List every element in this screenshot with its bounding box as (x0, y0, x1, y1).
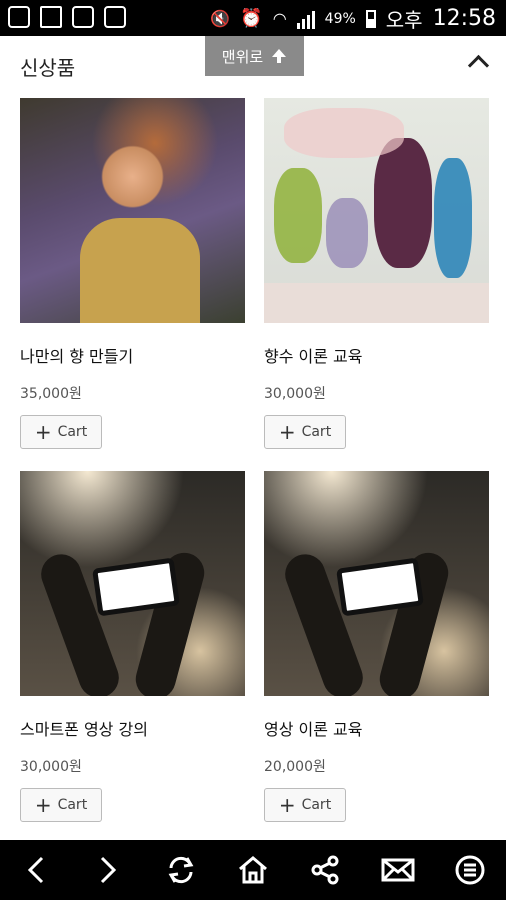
product-image[interactable] (264, 98, 489, 323)
cart-label: Cart (57, 424, 88, 440)
menu-button[interactable] (450, 850, 490, 890)
product-price: 30,000원 (264, 386, 326, 402)
menu-icon (455, 855, 485, 885)
status-indicators: 🔇 ⏰ ◠ 49% 오후 12:58 (210, 4, 496, 33)
collapse-chevron-icon[interactable] (467, 54, 490, 77)
product-name[interactable]: 나만의 향 만들기 (20, 343, 245, 367)
share-icon (311, 855, 339, 885)
product-card[interactable]: 영상 이론 교육 20,000원 + Cart (264, 471, 489, 822)
add-to-cart-button[interactable]: + Cart (20, 415, 102, 449)
cart-label: Cart (301, 797, 332, 813)
add-to-cart-button[interactable]: + Cart (264, 415, 346, 449)
home-button[interactable] (233, 850, 273, 890)
product-name[interactable]: 향수 이론 교육 (264, 343, 489, 367)
plus-icon: + (278, 420, 296, 444)
forward-icon (101, 856, 117, 884)
browser-bottom-bar (0, 840, 506, 900)
home-app-icon (40, 6, 62, 28)
arrow-up-icon (272, 49, 287, 63)
scroll-to-top-button[interactable]: 맨위로 (205, 36, 304, 76)
add-to-cart-button[interactable]: + Cart (20, 788, 102, 822)
status-bar: 🔇 ⏰ ◠ 49% 오후 12:58 (0, 0, 506, 36)
mail-button[interactable] (378, 850, 418, 890)
battery-percent: 49% (324, 10, 356, 27)
chart-notification-icon (72, 6, 94, 28)
product-price: 35,000원 (20, 386, 82, 402)
scroll-to-top-label: 맨위로 (221, 47, 264, 66)
product-image[interactable] (20, 471, 245, 696)
add-to-cart-button[interactable]: + Cart (264, 788, 346, 822)
app-notification-icon (8, 6, 30, 28)
notification-icons (8, 6, 126, 28)
product-name[interactable]: 영상 이론 교육 (264, 716, 489, 740)
refresh-button[interactable] (161, 850, 201, 890)
product-image[interactable] (20, 98, 245, 323)
cart-label: Cart (301, 424, 332, 440)
share-button[interactable] (305, 850, 345, 890)
product-card[interactable]: 스마트폰 영상 강의 30,000원 + Cart (20, 471, 245, 822)
section-title: 신상품 (20, 56, 76, 80)
alarm-icon: ⏰ (240, 8, 263, 29)
refresh-icon (168, 856, 194, 884)
battery-icon (365, 9, 376, 28)
home-icon (239, 856, 267, 884)
product-card[interactable]: 향수 이론 교육 30,000원 + Cart (264, 98, 489, 449)
back-icon (28, 856, 44, 884)
product-name[interactable]: 스마트폰 영상 강의 (20, 716, 245, 740)
wifi-icon: ◠ (272, 9, 287, 28)
product-price: 30,000원 (20, 759, 82, 775)
ampm-text: 오후 (385, 8, 423, 32)
signal-icon (296, 9, 315, 29)
product-image[interactable] (264, 471, 489, 696)
forward-button[interactable] (88, 850, 128, 890)
section-header: 신상품 맨위로 (0, 36, 506, 96)
back-button[interactable] (16, 850, 56, 890)
phone-notification-icon (104, 6, 126, 28)
mail-icon (381, 858, 415, 882)
mute-icon: 🔇 (210, 9, 231, 28)
product-price: 20,000원 (264, 759, 326, 775)
product-card[interactable]: 나만의 향 만들기 35,000원 + Cart (20, 98, 245, 449)
plus-icon: + (34, 793, 52, 817)
cart-label: Cart (57, 797, 88, 813)
plus-icon: + (34, 420, 52, 444)
plus-icon: + (278, 793, 296, 817)
clock-text: 12:58 (432, 6, 496, 31)
